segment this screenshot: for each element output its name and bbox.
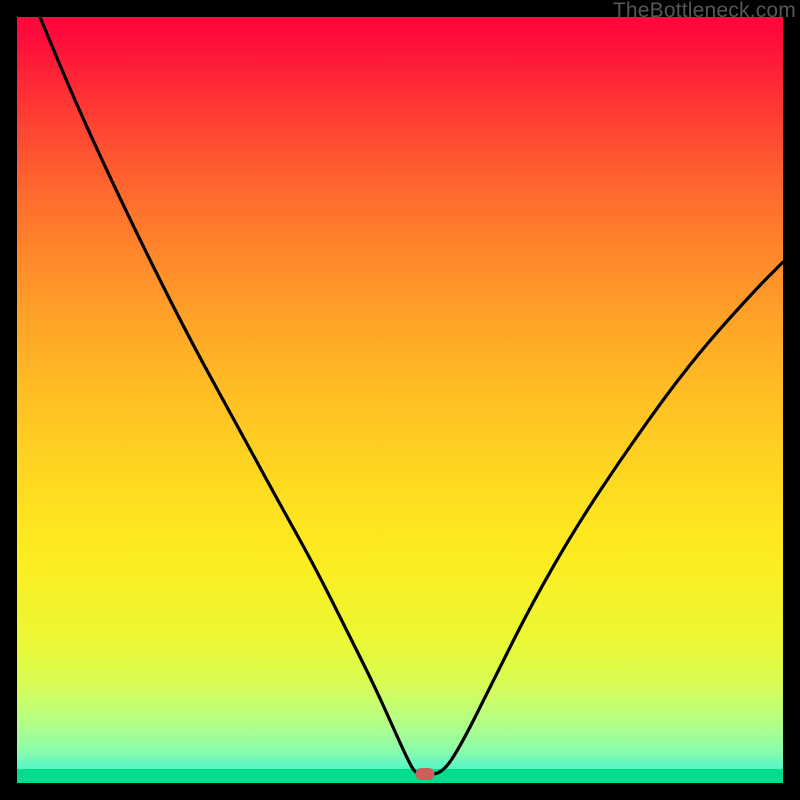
- plot-area: [17, 17, 783, 783]
- optimal-point-marker: [415, 768, 434, 780]
- chart-frame: TheBottleneck.com: [0, 0, 800, 800]
- bottleneck-curve: [17, 17, 783, 783]
